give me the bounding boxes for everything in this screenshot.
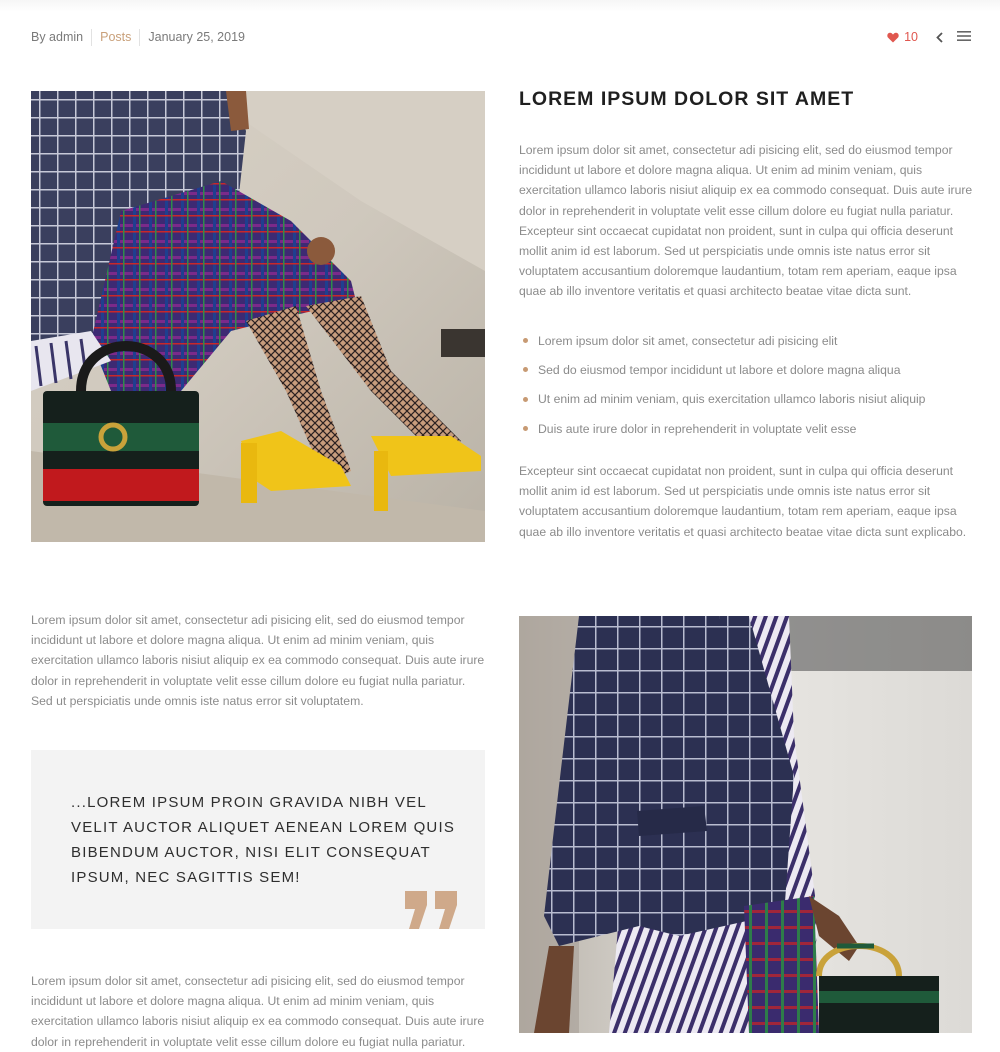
quote-mark-icon — [405, 891, 457, 929]
bullet-text: Ut enim ad minim veniam, quis exercitati… — [538, 392, 926, 407]
bullet-list: Lorem ipsum dolor sit amet, consectetur … — [519, 326, 925, 443]
post-paragraph-2: Excepteur sint occaecat cupidatat non pr… — [519, 464, 967, 539]
post-paragraph-3: Lorem ipsum dolor sit amet, consectetur … — [31, 613, 485, 708]
bullet-text: Sed do eiusmod tempor incididunt ut labo… — [538, 362, 901, 377]
heart-icon — [887, 32, 899, 42]
like-button[interactable]: 10 — [887, 30, 918, 44]
back-button[interactable] — [936, 31, 943, 43]
post-date: January 25, 2019 — [148, 30, 245, 44]
blockquote: ...LOREM IPSUM PROIN GRAVIDA NIBH VEL VE… — [31, 750, 485, 929]
bullet-dot — [523, 367, 528, 373]
meta-divider — [91, 28, 93, 46]
bullet-text: Duis aute irure dolor in reprehenderit i… — [538, 421, 857, 436]
bullet-text: Lorem ipsum dolor sit amet, consectetur … — [538, 333, 838, 348]
post-title: LOREM IPSUM DOLOR SIT AMET — [519, 88, 855, 110]
bullet-item: Lorem ipsum dolor sit amet, consectetur … — [519, 326, 925, 355]
quote-text: ...LOREM IPSUM PROIN GRAVIDA NIBH VEL VE… — [71, 794, 456, 886]
post-image-seated-outfit — [31, 91, 485, 542]
chevron-left-icon — [936, 31, 943, 43]
post-image-standing-outfit — [519, 616, 972, 1033]
bullet-dot — [523, 426, 528, 432]
post-actions: 10 — [887, 28, 971, 46]
hamburger-menu-icon — [957, 31, 971, 41]
bullet-item: Sed do eiusmod tempor incididunt ut labo… — [519, 355, 925, 384]
bullet-dot — [523, 338, 528, 344]
post-author[interactable]: By admin — [31, 30, 83, 44]
meta-divider — [139, 28, 141, 46]
post-paragraph-1: Lorem ipsum dolor sit amet, consectetur … — [519, 143, 973, 299]
bullet-item: Duis aute irure dolor in reprehenderit i… — [519, 414, 925, 443]
post-meta: By admin Posts January 25, 2019 — [31, 28, 245, 46]
bullet-dot — [523, 396, 528, 402]
bullet-item: Ut enim ad minim veniam, quis exercitati… — [519, 385, 925, 414]
post-paragraph-4: Lorem ipsum dolor sit amet, consectetur … — [31, 974, 485, 1049]
menu-button[interactable] — [957, 28, 971, 46]
like-count: 10 — [904, 30, 918, 44]
post-category-link[interactable]: Posts — [100, 30, 131, 44]
top-strip — [0, 0, 1000, 12]
